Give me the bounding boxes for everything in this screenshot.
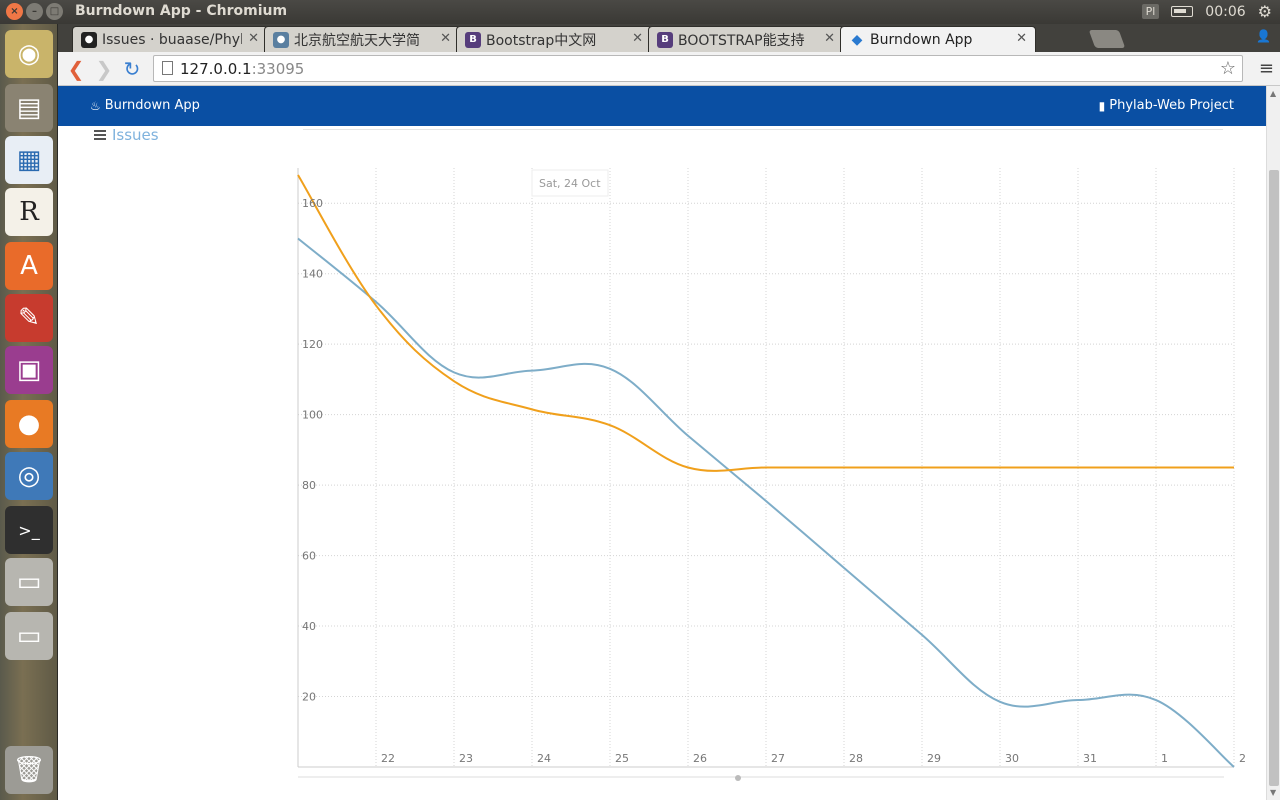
close-icon[interactable]: ✕: [632, 31, 643, 46]
tab-buaa[interactable]: ● 北京航空航天大学简 ✕: [264, 26, 460, 52]
close-icon[interactable]: ✕: [248, 31, 259, 46]
bootstrap-icon: B: [465, 31, 481, 48]
window-close-button[interactable]: ×: [6, 3, 23, 20]
close-icon[interactable]: ✕: [440, 31, 451, 46]
y-tick-label: 40: [302, 620, 316, 633]
tab-bootstrap-support[interactable]: B BOOTSTRAP能支持 ✕: [648, 26, 844, 52]
y-tick-label: 100: [302, 409, 323, 422]
system-tray: Pl 00:06 ⚙: [1141, 2, 1272, 21]
window-title: Burndown App - Chromium: [75, 3, 288, 19]
page-icon: [162, 61, 173, 75]
address-bar[interactable]: 127.0.0.1:33095 ☆: [153, 55, 1243, 82]
x-tick-label: 25: [615, 752, 629, 765]
y-tick-label: 140: [302, 268, 323, 281]
clock[interactable]: 00:06: [1205, 4, 1245, 20]
window-maximize-button[interactable]: □: [46, 3, 63, 20]
battery-icon[interactable]: [1171, 6, 1194, 17]
y-tick-label: 20: [302, 691, 316, 704]
bookmark-star-icon[interactable]: ☆: [1220, 58, 1236, 79]
x-tick-label: 28: [849, 752, 863, 765]
gear-icon[interactable]: ⚙: [1258, 2, 1272, 21]
x-tick-label: 24: [537, 752, 551, 765]
page-viewport: ♨ Burndown App ▮ Phylab-Web Project Issu…: [58, 86, 1280, 800]
window-minimize-button[interactable]: –: [26, 3, 43, 20]
window-controls: × – □: [6, 3, 63, 20]
ubuntu-launcher: ◉ ▤ ▦ R A ✎ ▣ ● ◎ >_ ▭ ▭ 🗑: [0, 24, 58, 800]
terminal-icon[interactable]: >_: [5, 506, 53, 554]
x-tick-label: 27: [771, 752, 785, 765]
range-selector-handle[interactable]: [735, 775, 741, 781]
github-icon: ●: [81, 31, 97, 48]
software-center-icon[interactable]: A: [5, 242, 53, 290]
forward-button[interactable]: ❯: [92, 57, 116, 81]
tab-github-issues[interactable]: ● Issues · buaase/Phyl ✕: [72, 26, 268, 52]
workspace-icon[interactable]: ▣: [5, 346, 53, 394]
page-scrollbar[interactable]: ▲ ▼: [1266, 86, 1280, 800]
x-tick-label: 1: [1161, 752, 1168, 765]
system-settings-icon[interactable]: ✎: [5, 294, 53, 342]
x-tick-label: 22: [381, 752, 395, 765]
drive-icon[interactable]: ▭: [5, 558, 53, 606]
tab-bootstrap-cn[interactable]: B Bootstrap中文网 ✕: [456, 26, 652, 52]
x-tick-label: 29: [927, 752, 941, 765]
ubuntu-dash-icon[interactable]: ◉: [5, 30, 53, 78]
x-tick-label: 26: [693, 752, 707, 765]
x-tick-label: 2: [1239, 752, 1246, 765]
drive-icon-2[interactable]: ▭: [5, 612, 53, 660]
browser-tab-strip: ● Issues · buaase/Phyl ✕ ● 北京航空航天大学简 ✕ B…: [58, 24, 1280, 52]
y-tick-label: 80: [302, 479, 316, 492]
bootstrap-icon: B: [657, 31, 673, 48]
tab-burndown-app[interactable]: ◆ Burndown App ✕: [840, 26, 1036, 52]
firefox-icon[interactable]: ●: [5, 400, 53, 448]
files-icon[interactable]: ▤: [5, 84, 53, 132]
y-tick-label: 120: [302, 338, 323, 351]
x-tick-label: 23: [459, 752, 473, 765]
trash-icon[interactable]: 🗑: [5, 746, 53, 794]
menu-icon[interactable]: ≡: [1259, 58, 1274, 79]
browser-toolbar: ❮ ❯ ↻ 127.0.0.1:33095 ☆ ≡: [58, 52, 1280, 86]
reload-button[interactable]: ↻: [120, 57, 144, 81]
scroll-up-icon[interactable]: ▲: [1270, 89, 1276, 98]
y-tick-label: 160: [302, 197, 323, 210]
back-button[interactable]: ❮: [64, 57, 88, 81]
scroll-thumb[interactable]: [1269, 170, 1279, 786]
scroll-down-icon[interactable]: ▼: [1270, 788, 1276, 797]
burndown-chart: 20 40 60 80 100 120 140 160 22 23 24 25 26 27 28 29 30 31…: [297, 168, 1246, 781]
chromium-icon[interactable]: ◎: [5, 452, 53, 500]
url-text[interactable]: 127.0.0.1:33095: [180, 60, 304, 78]
x-tick-label: 30: [1005, 752, 1019, 765]
new-tab-button[interactable]: [1088, 30, 1126, 48]
writer-icon[interactable]: ▦: [5, 136, 53, 184]
close-icon[interactable]: ✕: [1016, 31, 1027, 46]
profile-icon[interactable]: 👤: [1256, 29, 1272, 45]
chart-tooltip: Sat, 24 Oct: [531, 169, 609, 197]
os-top-bar: × – □ Burndown App - Chromium Pl 00:06 ⚙: [0, 0, 1280, 24]
tooltip-text: Sat, 24 Oct: [539, 177, 601, 190]
globe-icon: ●: [273, 31, 289, 48]
burndown-icon: ◆: [851, 31, 863, 48]
y-tick-label: 60: [302, 550, 316, 563]
tray-indicator[interactable]: Pl: [1141, 4, 1160, 19]
r-app-icon[interactable]: R: [5, 188, 53, 236]
close-icon[interactable]: ✕: [824, 31, 835, 46]
chart-tick-labels: 20 40 60 80 100 120 140 160 22 23 24 25 26 27 28 29 30 31…: [302, 197, 1246, 765]
x-tick-label: 31: [1083, 752, 1097, 765]
